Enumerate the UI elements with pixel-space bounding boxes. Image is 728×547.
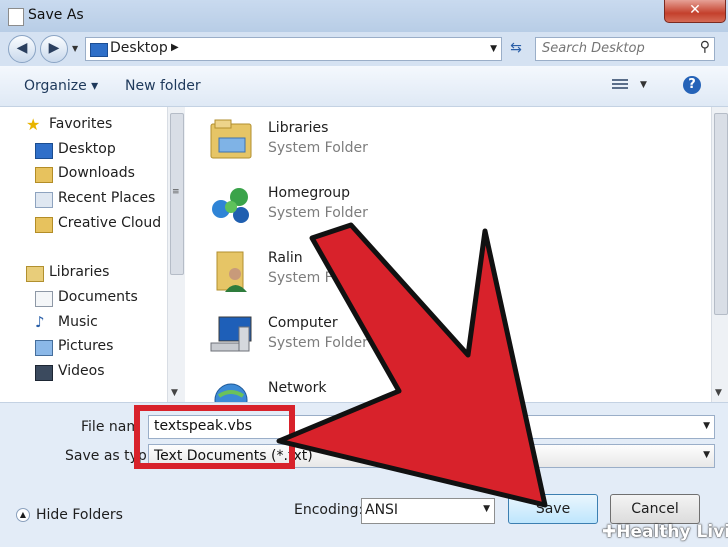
search-box[interactable]: ⚲	[535, 37, 715, 61]
desktop-folder-icon	[90, 43, 108, 57]
nav-label: Recent Places	[58, 190, 156, 206]
nav-label: Documents	[58, 289, 138, 305]
recent-places-icon	[35, 192, 53, 208]
breadcrumb-chevron-icon[interactable]: ▶	[171, 42, 179, 53]
highlight-box	[134, 405, 295, 469]
nav-label: Videos	[58, 363, 105, 379]
nav-label: Desktop	[58, 141, 116, 157]
command-bar: Organize ▾ New folder ▼ ?	[0, 66, 728, 107]
hide-folders-toggle[interactable]: ▲ Hide Folders	[16, 507, 123, 523]
title-bar: Save As ✕	[0, 0, 728, 32]
star-icon: ★	[26, 115, 41, 134]
file-type: System Folder	[268, 140, 368, 156]
encoding-dropdown-icon[interactable]: ▼	[483, 504, 490, 514]
list-item[interactable]: Network	[185, 370, 685, 402]
file-name: Network	[268, 380, 327, 396]
nav-label: Creative Cloud Fil	[58, 215, 167, 231]
nav-favorites[interactable]: ★ Favorites	[0, 114, 167, 138]
notepad-icon	[8, 8, 24, 26]
file-name: Ralin	[268, 250, 303, 266]
documents-icon	[35, 291, 53, 307]
close-button[interactable]: ✕	[664, 0, 726, 23]
change-view-icon[interactable]	[612, 79, 628, 93]
nav-recent-places[interactable]: Recent Places	[0, 188, 167, 212]
nav-music[interactable]: ♪ Music	[0, 312, 167, 336]
nav-label: Music	[58, 314, 98, 330]
file-name: Libraries	[268, 120, 329, 136]
downloads-icon	[35, 167, 53, 183]
list-item[interactable]: Computer System Folder	[185, 305, 685, 365]
homegroup-icon	[212, 188, 249, 223]
view-dropdown-icon[interactable]: ▼	[640, 80, 647, 90]
nav-label: Downloads	[58, 165, 135, 181]
watermark-logo: ✚Healthy Living	[602, 522, 728, 542]
desktop-icon	[35, 143, 53, 159]
list-item[interactable]: Libraries System Folder	[185, 110, 685, 170]
music-icon: ♪	[35, 313, 45, 331]
libraries-folder-icon	[210, 119, 252, 159]
grip-icon: ≡	[172, 187, 180, 197]
file-name-label: File nam	[81, 419, 140, 435]
scroll-down-icon[interactable]: ▼	[715, 388, 722, 398]
nav-documents[interactable]: Documents	[0, 287, 167, 311]
nav-pictures[interactable]: Pictures	[0, 336, 167, 360]
refresh-button[interactable]: ⇆	[505, 38, 527, 58]
scroll-down-icon[interactable]: ▼	[171, 388, 178, 398]
help-icon[interactable]: ?	[683, 76, 701, 94]
computer-icon	[210, 316, 252, 352]
back-arrow-icon: ◀	[16, 40, 28, 56]
file-name-dropdown-icon[interactable]: ▼	[703, 421, 710, 431]
file-type: System Folder	[268, 205, 368, 221]
nav-label: Pictures	[58, 338, 114, 354]
refresh-icon: ⇆	[510, 40, 522, 56]
new-folder-button[interactable]: New folder	[125, 78, 201, 94]
user-folder-icon	[216, 251, 247, 292]
save-type-dropdown-icon[interactable]: ▼	[703, 450, 710, 460]
window-title: Save As	[28, 7, 84, 23]
pictures-icon	[35, 340, 53, 356]
address-dropdown-icon[interactable]: ▼	[490, 44, 497, 54]
organize-button[interactable]: Organize ▾	[24, 78, 98, 94]
search-input[interactable]	[536, 38, 692, 58]
breadcrumb-desktop[interactable]: Desktop	[110, 40, 168, 56]
nav-downloads[interactable]: Downloads	[0, 163, 167, 187]
file-list-scrollbar[interactable]: ▼	[711, 107, 728, 402]
nav-scrollbar[interactable]: ≡ ▼	[167, 107, 185, 402]
nav-libraries[interactable]: Libraries	[0, 262, 167, 286]
hide-folders-label: Hide Folders	[36, 507, 123, 523]
list-item[interactable]: Ralin System Fo	[185, 240, 685, 300]
network-icon	[214, 383, 248, 402]
back-button[interactable]: ◀	[8, 35, 36, 63]
encoding-select[interactable]: ANSI ▼	[361, 498, 495, 524]
search-icon[interactable]: ⚲	[700, 39, 710, 55]
chevron-up-icon: ▲	[16, 508, 30, 522]
file-list-scroll-thumb[interactable]	[714, 113, 728, 315]
file-name: Homegroup	[268, 185, 351, 201]
navigation-pane: ★ Favorites Desktop Downloads Recent Pla…	[0, 107, 167, 402]
file-name: Computer	[268, 315, 338, 331]
file-type: System Folder	[268, 335, 368, 351]
file-type: System Fo	[268, 270, 341, 286]
save-button[interactable]: Save	[508, 494, 598, 524]
file-list: Libraries System Folder Homegroup System…	[185, 107, 711, 402]
forward-button[interactable]: ▶	[40, 35, 68, 63]
nav-creative-cloud[interactable]: Creative Cloud Fil	[0, 213, 167, 237]
creative-cloud-icon	[35, 217, 53, 233]
address-row: ◀ ▶ ▼ Desktop ▶ ▼ ⇆ ⚲	[0, 32, 728, 66]
recent-locations-dropdown-icon[interactable]: ▼	[72, 44, 78, 53]
nav-desktop[interactable]: Desktop	[0, 139, 167, 163]
forward-arrow-icon: ▶	[48, 40, 60, 56]
nav-label: Favorites	[49, 116, 113, 132]
encoding-value: ANSI	[365, 502, 399, 518]
videos-icon	[35, 365, 53, 381]
address-bar[interactable]: Desktop ▶ ▼	[85, 37, 502, 61]
list-item[interactable]: Homegroup System Folder	[185, 175, 685, 235]
libraries-icon	[26, 266, 44, 282]
nav-label: Libraries	[49, 264, 110, 280]
nav-videos[interactable]: Videos	[0, 361, 167, 385]
encoding-label: Encoding:	[294, 502, 364, 518]
cancel-button[interactable]: Cancel	[610, 494, 700, 524]
